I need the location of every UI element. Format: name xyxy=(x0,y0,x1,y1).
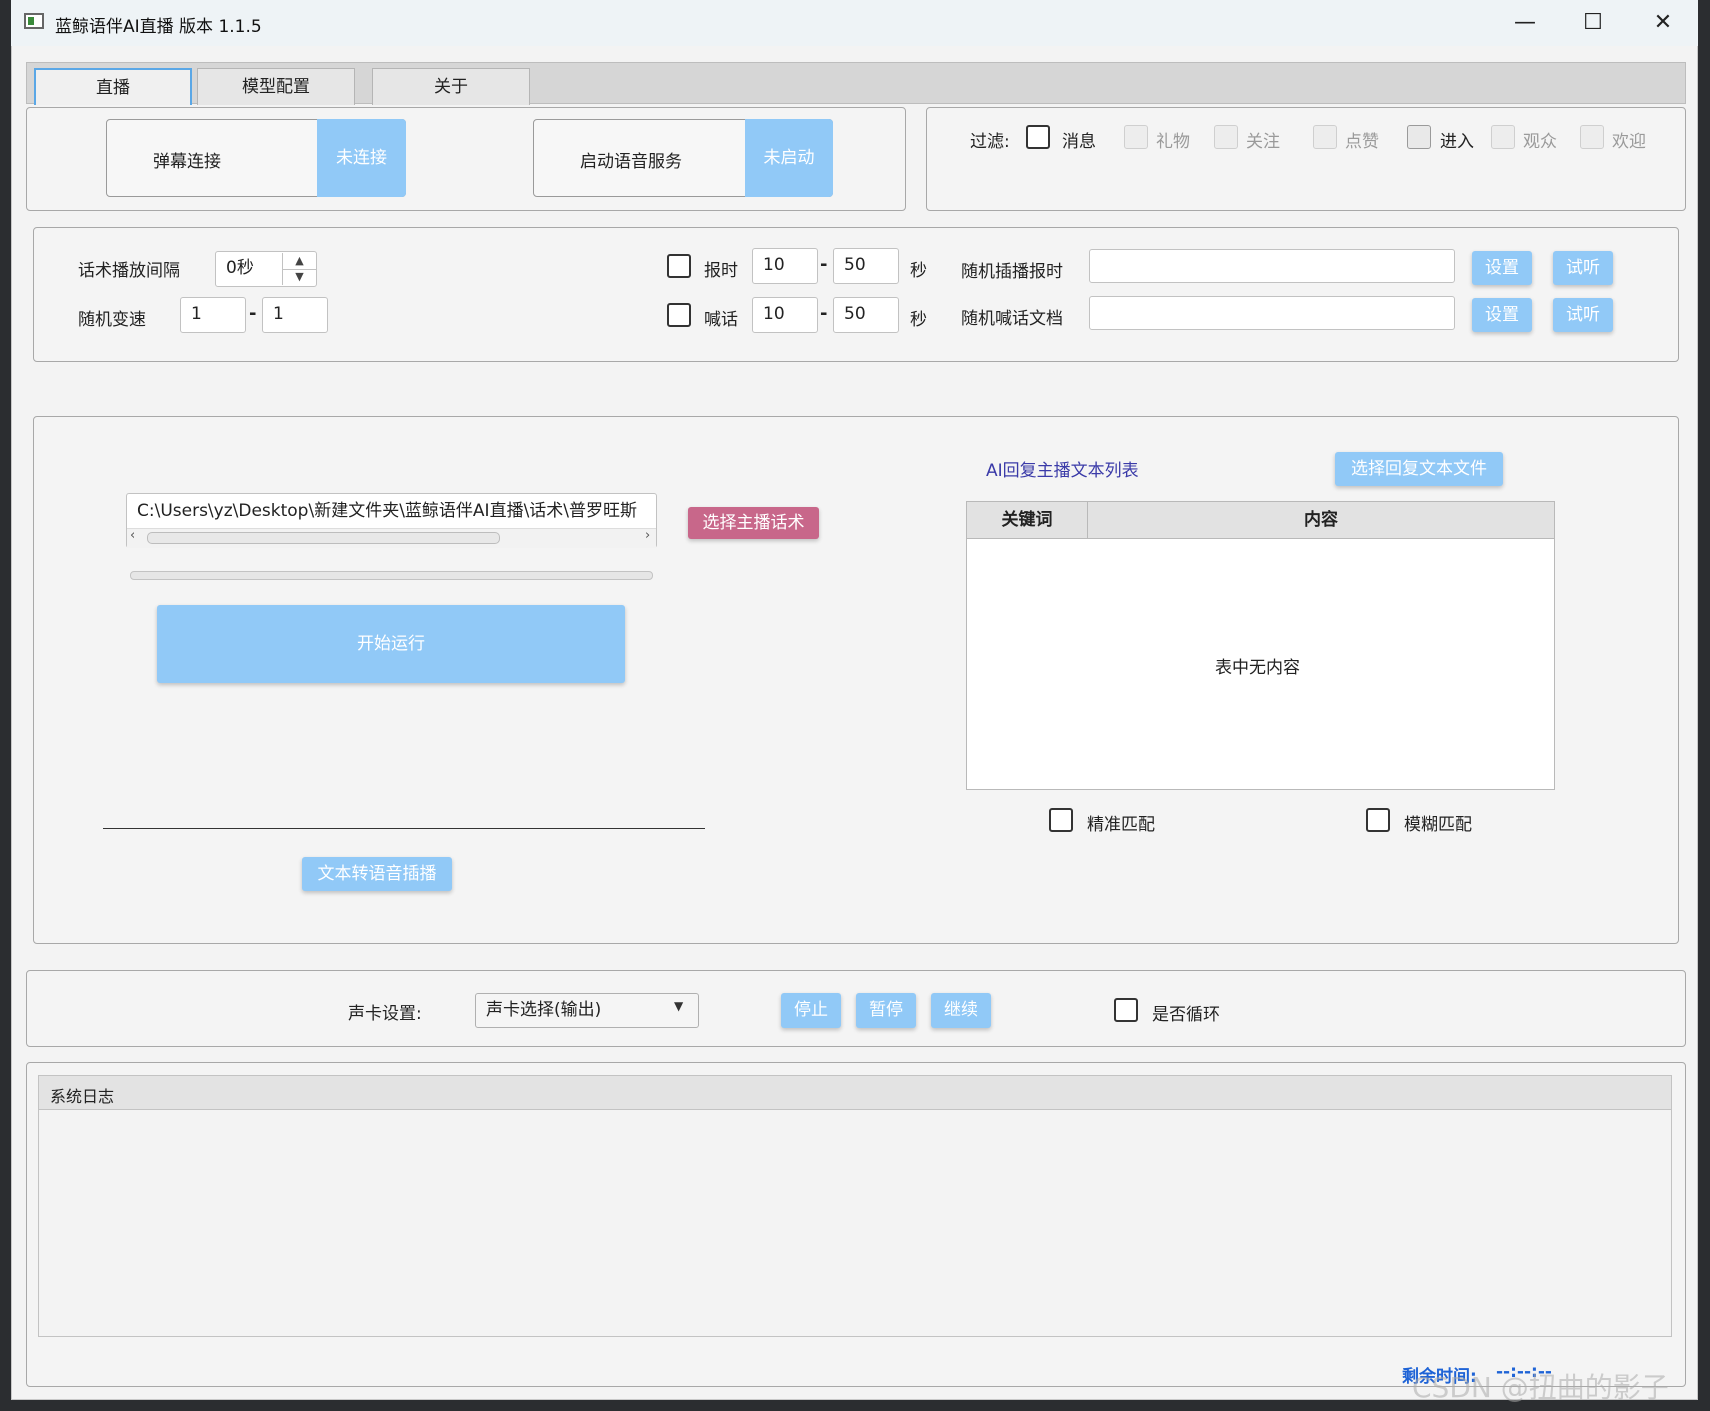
app-icon xyxy=(24,13,44,29)
random-time-set-button[interactable]: 设置 xyxy=(1472,251,1532,285)
filter-audience-label: 观众 xyxy=(1523,132,1557,152)
tts-insert-button[interactable]: 文本转语音插播 xyxy=(302,857,452,891)
window-title: 蓝鲸语伴AI直播 版本 1.1.5 xyxy=(55,17,262,37)
sound-card-selected-value: 声卡选择(输出) xyxy=(486,1000,602,1020)
column-keyword[interactable]: 关键词 xyxy=(967,502,1088,539)
fuzzy-match-label: 模糊匹配 xyxy=(1404,815,1472,835)
shout-min-input[interactable]: 10 xyxy=(752,297,818,333)
random-shout-label: 随机喊话文档 xyxy=(961,309,1063,329)
log-title: 系统日志 xyxy=(50,1087,115,1106)
random-time-label: 随机插播报时 xyxy=(961,262,1063,282)
time-report-checkbox[interactable] xyxy=(667,254,691,278)
filter-like-checkbox[interactable] xyxy=(1313,125,1337,149)
tab-about[interactable]: 关于 xyxy=(372,68,530,105)
scroll-right-icon[interactable]: › xyxy=(645,528,650,543)
filter-audience-checkbox[interactable] xyxy=(1491,125,1515,149)
danmu-connect-label: 弹幕连接 xyxy=(153,152,221,172)
filter-gift-checkbox[interactable] xyxy=(1124,125,1148,149)
filter-gift-label: 礼物 xyxy=(1156,132,1190,152)
interval-label: 话术播放间隔 xyxy=(78,261,180,281)
text-input-line[interactable] xyxy=(103,828,705,829)
filter-welcome-label: 欢迎 xyxy=(1612,132,1646,152)
filter-like-label: 点赞 xyxy=(1345,132,1379,152)
tab-live[interactable]: 直播 xyxy=(34,68,192,105)
shout-max-input[interactable]: 50 xyxy=(833,297,899,333)
close-button[interactable]: ✕ xyxy=(1638,8,1688,38)
voice-status-button[interactable]: 未启动 xyxy=(745,119,833,197)
random-shout-set-button[interactable]: 设置 xyxy=(1472,298,1532,332)
filter-follow-checkbox[interactable] xyxy=(1214,125,1238,149)
exact-match-checkbox[interactable] xyxy=(1049,808,1073,832)
filter-follow-label: 关注 xyxy=(1246,132,1280,152)
select-script-button[interactable]: 选择主播话术 xyxy=(688,507,819,539)
speed-range-dash: - xyxy=(249,303,257,324)
progress-bar xyxy=(130,571,653,580)
time-sec-label: 秒 xyxy=(910,261,927,281)
minimize-button[interactable]: — xyxy=(1500,8,1550,38)
speed-max-input[interactable]: 1 xyxy=(262,297,328,333)
scrollbar-thumb[interactable] xyxy=(147,532,500,544)
fuzzy-match-checkbox[interactable] xyxy=(1366,808,1390,832)
shout-label: 喊话 xyxy=(704,310,738,330)
time-report-label: 报时 xyxy=(704,261,738,281)
random-shout-input[interactable] xyxy=(1089,296,1455,330)
script-path-text: C:\Users\yz\Desktop\新建文件夹\蓝鲸语伴AI直播\话术\普罗… xyxy=(137,501,638,521)
start-run-button[interactable]: 开始运行 xyxy=(157,605,625,683)
chevron-down-icon[interactable]: ▼ xyxy=(674,999,683,1013)
reply-table xyxy=(966,501,1555,790)
filter-message-checkbox[interactable] xyxy=(1026,125,1050,149)
speed-min-input[interactable]: 1 xyxy=(180,297,246,333)
speed-label: 随机变速 xyxy=(78,310,146,330)
resume-button[interactable]: 继续 xyxy=(931,993,991,1028)
interval-value: 0秒 xyxy=(226,258,254,278)
tab-model-config[interactable]: 模型配置 xyxy=(197,68,355,105)
shout-sec-label: 秒 xyxy=(910,310,927,330)
select-reply-file-button[interactable]: 选择回复文本文件 xyxy=(1335,452,1503,486)
random-time-listen-button[interactable]: 试听 xyxy=(1553,251,1613,285)
scroll-left-icon[interactable]: ‹ xyxy=(130,528,135,543)
time-range-dash: - xyxy=(820,254,828,275)
table-empty-text: 表中无内容 xyxy=(1215,658,1300,678)
loop-checkbox[interactable] xyxy=(1114,998,1138,1022)
exact-match-label: 精准匹配 xyxy=(1087,815,1155,835)
stop-button[interactable]: 停止 xyxy=(781,993,841,1028)
time-max-input[interactable]: 50 xyxy=(833,248,899,284)
log-header xyxy=(39,1076,1671,1110)
log-box[interactable] xyxy=(38,1075,1672,1337)
sound-card-label: 声卡设置: xyxy=(348,1004,422,1024)
maximize-button[interactable]: ☐ xyxy=(1568,8,1618,38)
random-shout-listen-button[interactable]: 试听 xyxy=(1553,298,1613,332)
danmu-status-button[interactable]: 未连接 xyxy=(317,119,406,197)
watermark: CSDN @扭曲的影子 xyxy=(1412,1371,1669,1404)
random-time-input[interactable] xyxy=(1089,249,1455,283)
filter-enter-label: 进入 xyxy=(1440,132,1474,152)
filter-panel xyxy=(926,107,1686,211)
filter-message-label: 消息 xyxy=(1062,132,1096,152)
ai-reply-list-title: AI回复主播文本列表 xyxy=(986,461,1139,481)
loop-label: 是否循环 xyxy=(1152,1005,1220,1025)
filter-label: 过滤: xyxy=(970,132,1010,152)
sound-card-select[interactable]: 声卡选择(输出) xyxy=(475,993,699,1028)
voice-service-label: 启动语音服务 xyxy=(580,152,682,172)
title-bar xyxy=(11,0,1698,46)
spinner-up-icon[interactable]: ▲ xyxy=(282,253,316,270)
shout-checkbox[interactable] xyxy=(667,303,691,327)
time-min-input[interactable]: 10 xyxy=(752,248,818,284)
filter-welcome-checkbox[interactable] xyxy=(1580,125,1604,149)
shout-range-dash: - xyxy=(820,303,828,324)
pause-button[interactable]: 暂停 xyxy=(856,993,916,1028)
filter-enter-checkbox[interactable] xyxy=(1407,125,1431,149)
spinner-down-icon[interactable]: ▼ xyxy=(282,269,316,285)
column-content[interactable]: 内容 xyxy=(1088,502,1554,539)
